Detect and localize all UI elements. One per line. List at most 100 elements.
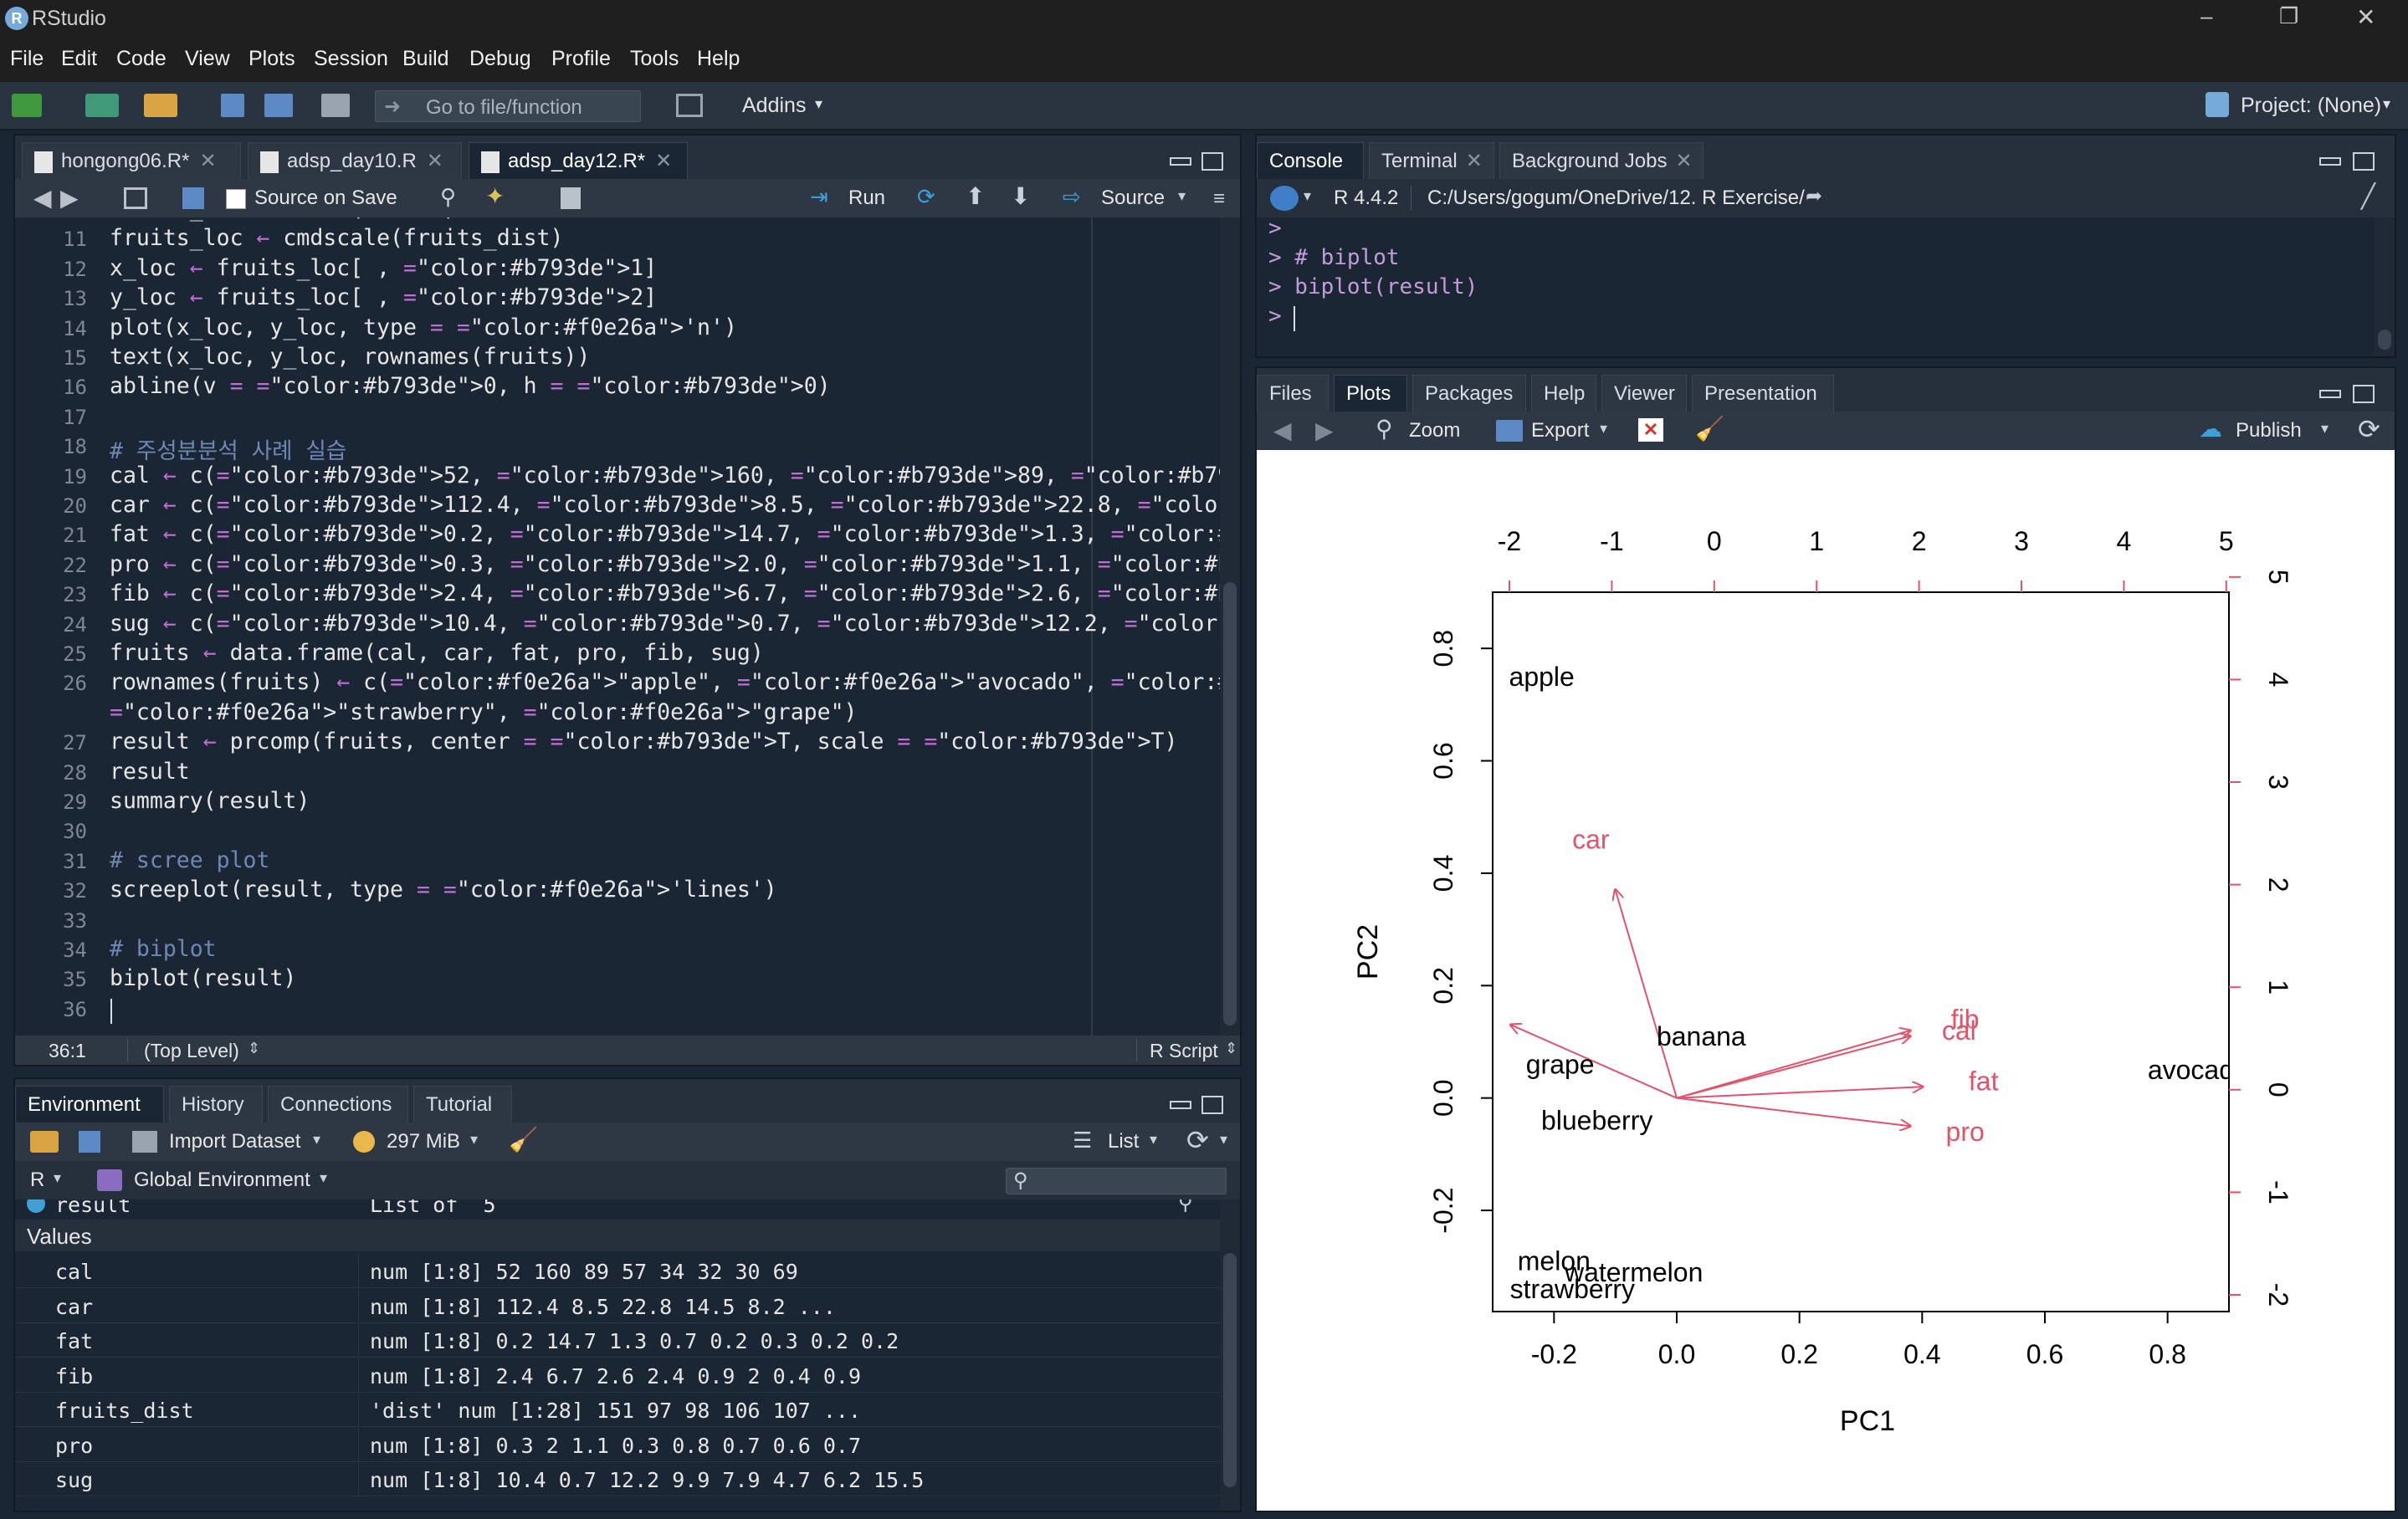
menu-profile[interactable]: Profile	[551, 47, 611, 71]
language-select[interactable]: R	[30, 1169, 44, 1192]
refresh-plot-icon[interactable]: ⟳	[2358, 413, 2380, 445]
memory-usage[interactable]: 297 MiB	[387, 1130, 460, 1153]
clear-broom-icon[interactable]: 🧹	[509, 1126, 538, 1153]
menu-file[interactable]: File	[10, 47, 44, 71]
menu-view[interactable]: View	[185, 47, 230, 71]
addins-chevron-down-icon[interactable]: ▾	[815, 95, 822, 113]
tab-tutorial[interactable]: Tutorial	[413, 1086, 512, 1123]
addins-menu[interactable]: Addins	[742, 94, 806, 118]
tab-console[interactable]: Console	[1257, 142, 1364, 179]
search-icon[interactable]: ⚲	[440, 184, 456, 210]
minimize-pane-icon[interactable]	[1170, 1101, 1191, 1109]
close-button[interactable]: ✕	[2356, 3, 2375, 31]
menu-edit[interactable]: Edit	[61, 47, 97, 71]
back-arrow-icon[interactable]: ◀	[33, 184, 52, 212]
scope-indicator[interactable]: (Top Level)	[144, 1040, 239, 1062]
run-arrow-icon[interactable]: ⇥	[810, 184, 828, 210]
tab-history[interactable]: History	[169, 1086, 263, 1123]
console-output[interactable]: > > # biplot > biplot(result) >	[1257, 217, 2375, 356]
export-button[interactable]: Export	[1531, 419, 1589, 442]
run-button[interactable]: Run	[848, 187, 885, 210]
env-row[interactable]: pro num [1:8] 0.3 2 1.1 0.3 0.8 0.7 0.6 0…	[15, 1428, 1220, 1462]
forward-arrow-icon[interactable]: ▶	[60, 184, 79, 212]
save-workspace-icon[interactable]	[79, 1131, 100, 1153]
publish-button[interactable]: Publish	[2236, 419, 2302, 442]
scope-updown-icon[interactable]: ⇕	[248, 1040, 260, 1057]
menu-tools[interactable]: Tools	[630, 47, 679, 71]
view-chevron-down-icon[interactable]: ▾	[1150, 1131, 1157, 1148]
zoom-magnifier-icon[interactable]: ⚲	[1376, 415, 1393, 442]
console-scrollbar[interactable]	[2375, 217, 2395, 356]
env-row[interactable]: sug num [1:8] 10.4 0.7 12.2 9.9 7.9 4.7 6…	[15, 1463, 1220, 1496]
filetype-updown-icon[interactable]: ⇕	[1225, 1040, 1237, 1057]
menu-plots[interactable]: Plots	[248, 47, 295, 71]
save-file-icon[interactable]	[182, 187, 204, 209]
open-file-icon[interactable]	[144, 94, 177, 117]
maximize-pane-icon[interactable]	[1201, 152, 1223, 171]
minimize-pane-icon[interactable]	[2319, 157, 2341, 166]
import-chevron-down-icon[interactable]: ▾	[313, 1131, 320, 1148]
import-dataset-button[interactable]: Import Dataset	[169, 1130, 300, 1153]
menu-help[interactable]: Help	[697, 47, 740, 71]
file-type[interactable]: R Script	[1150, 1040, 1218, 1062]
close-tab-icon[interactable]: ✕	[199, 150, 216, 172]
editor-scrollbar[interactable]	[1220, 217, 1240, 1036]
env-row[interactable]: fruits_dist 'dist' num [1:28] 151 97 98 1…	[15, 1394, 1220, 1427]
up-arrow-icon[interactable]: ⬆	[966, 182, 985, 210]
tab-background-jobs[interactable]: Background Jobs ✕	[1499, 142, 1704, 179]
minimize-pane-icon[interactable]	[1170, 157, 1191, 166]
editor-scroll-thumb[interactable]	[1223, 582, 1237, 1025]
tab-viewer[interactable]: Viewer	[1601, 375, 1687, 412]
project-menu[interactable]: Project: (None)	[2241, 94, 2381, 118]
close-tab-icon[interactable]: ✕	[1675, 150, 1692, 172]
env-row[interactable]: fat num [1:8] 0.2 14.7 1.3 0.7 0.2 0.3 0.…	[15, 1324, 1220, 1358]
clear-console-broom-icon[interactable]: ╱	[2361, 182, 2375, 210]
compile-report-icon[interactable]	[561, 187, 581, 209]
tab-files[interactable]: Files	[1257, 375, 1329, 412]
menu-code[interactable]: Code	[116, 47, 167, 71]
print-icon[interactable]	[321, 94, 350, 117]
import-dataset-icon[interactable]	[132, 1131, 157, 1153]
minimize-pane-icon[interactable]	[2319, 390, 2341, 398]
menu-debug[interactable]: Debug	[469, 47, 531, 71]
scope-chevron-down-icon[interactable]: ▾	[320, 1169, 327, 1187]
new-file-icon[interactable]	[12, 94, 42, 117]
r-version-chevron-down-icon[interactable]: ▾	[1304, 187, 1311, 205]
tab-presentation[interactable]: Presentation	[1692, 375, 1834, 412]
restore-button[interactable]: ❐	[2279, 3, 2298, 29]
tab-adsp-day10[interactable]: adsp_day10.R ✕	[248, 142, 462, 179]
environment-scope-select[interactable]: Global Environment	[134, 1169, 310, 1192]
source-chevron-down-icon[interactable]: ▾	[1178, 187, 1186, 205]
console-scroll-thumb[interactable]	[2378, 330, 2391, 350]
goto-file-input[interactable]: ➜ Go to file/function	[375, 90, 641, 122]
tab-terminal[interactable]: Terminal ✕	[1369, 142, 1494, 179]
language-chevron-down-icon[interactable]: ▾	[54, 1169, 61, 1187]
load-workspace-icon[interactable]	[30, 1131, 59, 1153]
save-all-icon[interactable]	[264, 94, 293, 117]
env-row[interactable]: fib num [1:8] 2.4 6.7 2.6 2.4 0.9 2 0.4 0…	[15, 1358, 1220, 1393]
environment-search-input[interactable]: ⚲	[1006, 1168, 1227, 1194]
code-tools-wand-icon[interactable]: ✦	[485, 182, 505, 210]
publish-icon[interactable]: ☁	[2199, 415, 2222, 442]
menu-build[interactable]: Build	[402, 47, 449, 71]
outline-icon[interactable]: ≡	[1213, 187, 1225, 211]
down-arrow-icon[interactable]: ⬇	[1011, 182, 1030, 210]
remove-plot-icon[interactable]: ✕	[1638, 418, 1663, 442]
refresh-chevron-down-icon[interactable]: ▾	[1220, 1131, 1227, 1148]
env-row-result[interactable]: result List of 5 ⚲	[15, 1199, 1220, 1217]
tab-help[interactable]: Help	[1531, 375, 1596, 412]
tab-plots[interactable]: Plots	[1334, 375, 1407, 412]
view-search-icon[interactable]: ⚲	[1178, 1199, 1193, 1215]
maximize-pane-icon[interactable]	[2353, 385, 2375, 403]
show-in-window-icon[interactable]	[124, 187, 147, 209]
view-mode-select[interactable]: List	[1108, 1130, 1139, 1153]
maximize-pane-icon[interactable]	[1201, 1096, 1223, 1114]
tab-packages[interactable]: Packages	[1412, 375, 1526, 412]
previous-plot-arrow-icon[interactable]: ◀	[1273, 417, 1292, 444]
next-plot-arrow-icon[interactable]: ▶	[1315, 417, 1334, 444]
menu-session[interactable]: Session	[314, 47, 388, 71]
tab-adsp-day12[interactable]: adsp_day12.R* ✕	[469, 142, 688, 179]
env-row[interactable]: cal num [1:8] 52 160 89 57 34 32 30 69	[15, 1255, 1220, 1288]
memory-chevron-down-icon[interactable]: ▾	[470, 1131, 478, 1148]
source-on-save-checkbox[interactable]	[226, 189, 246, 209]
